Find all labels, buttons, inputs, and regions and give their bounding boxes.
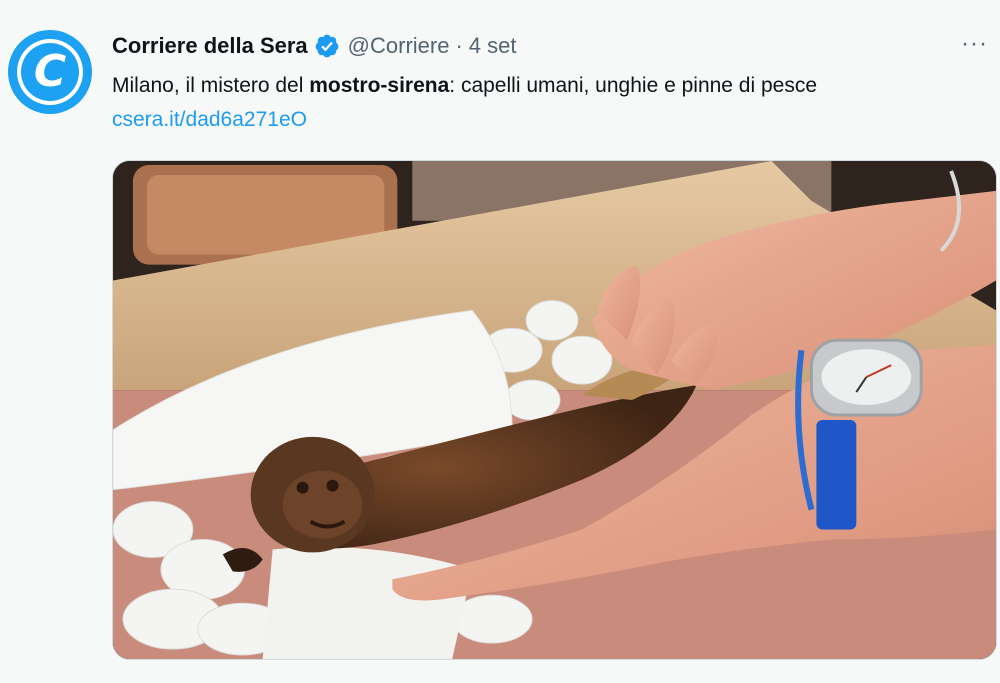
mermaid-face [282,470,363,539]
avatar-logo: C [21,43,79,101]
tissue-bottom [262,546,473,659]
tweet-card[interactable]: C Corriere della Sera @Corriere · 4 set … [0,0,1000,683]
display-name[interactable]: Corriere della Sera [112,33,308,59]
tweet-photo[interactable] [112,160,997,660]
tweet-link[interactable]: csera.it/dad6a271eO [112,104,307,136]
tweet-header: Corriere della Sera @Corriere · 4 set [112,30,517,62]
more-options-icon[interactable]: ··· [961,30,988,58]
avatar-ring: C [17,39,83,105]
separator-dot: · [455,33,463,58]
tweet-date[interactable]: 4 set [469,33,517,59]
tweet-text: Milano, il mistero del mostro-sirena: ca… [112,70,992,102]
user-handle[interactable]: @Corriere [348,33,450,59]
tweet-text-bold: mostro-sirena [309,74,450,97]
tweet-text-start: Milano, il mistero del [112,74,310,97]
avatar[interactable]: C [8,30,92,114]
verified-badge-icon [314,33,340,59]
photo-illustration [113,161,996,659]
tweet-text-end: : capelli umani, unghie e pinne di pesce [449,74,818,97]
watch-strap [816,419,857,530]
